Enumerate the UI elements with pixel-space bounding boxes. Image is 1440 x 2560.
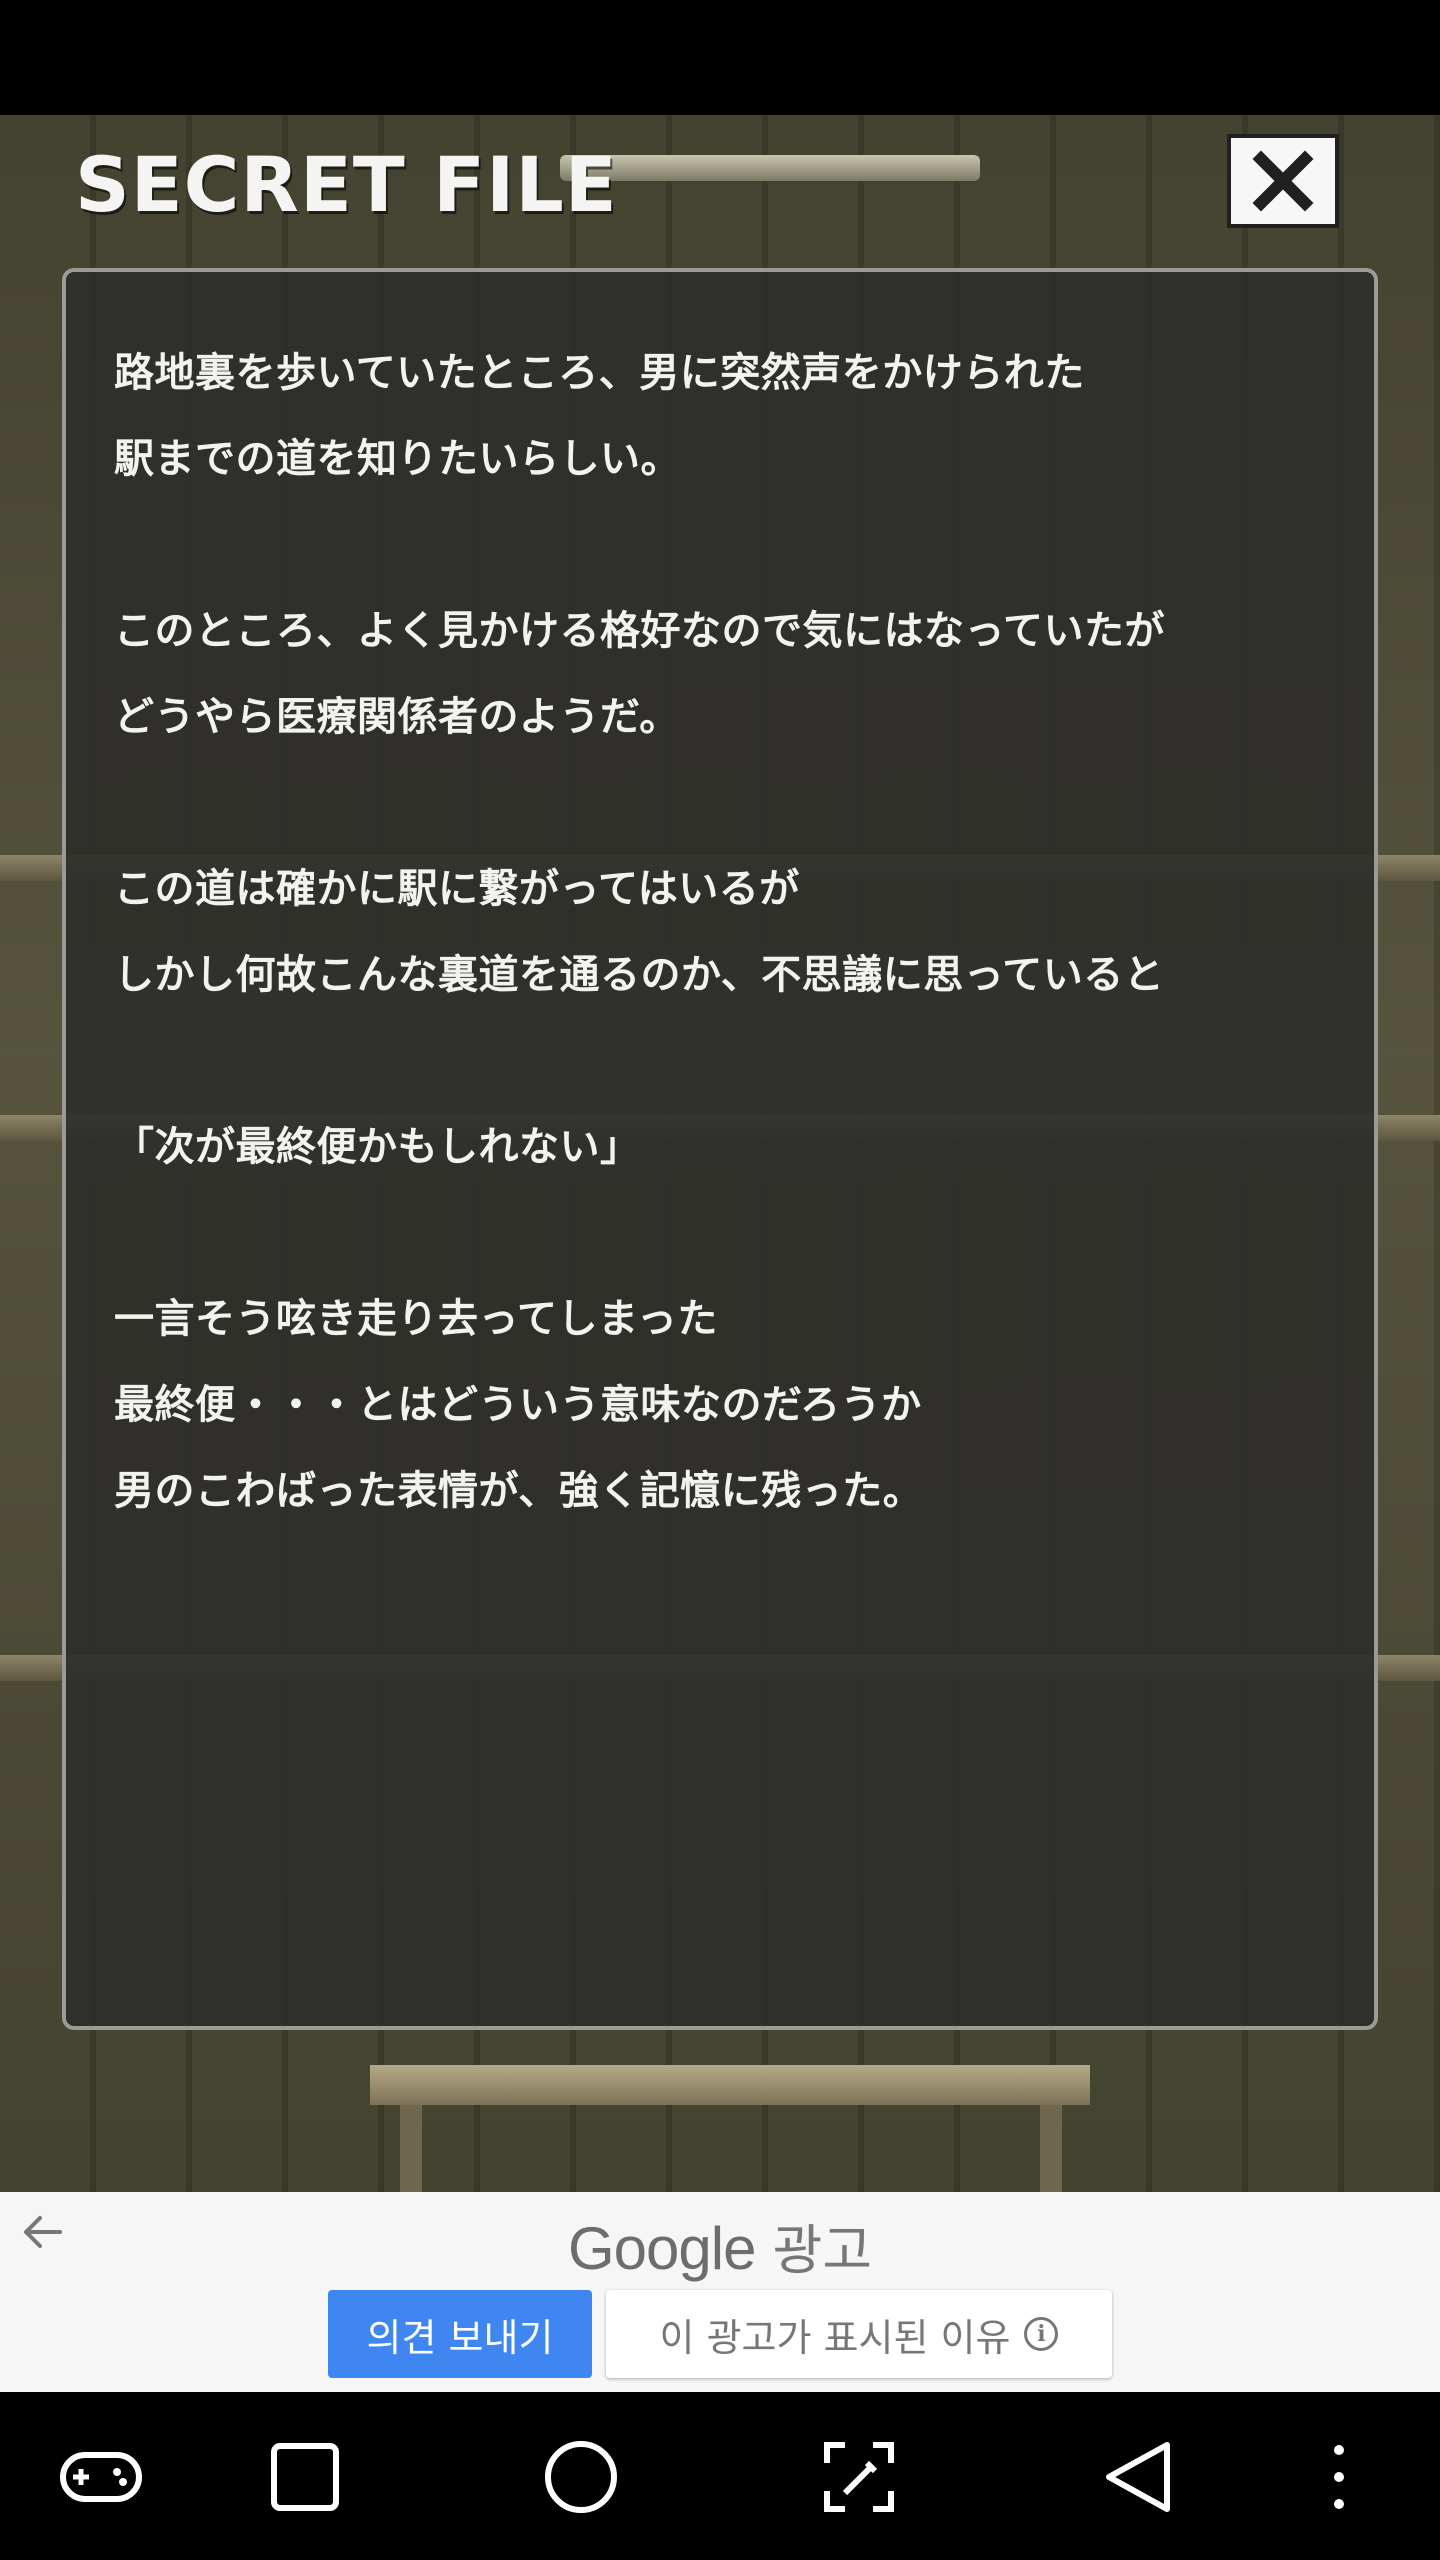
story-line: 男のこわばった表情が、強く記憶に残った。 <box>114 1468 924 1514</box>
story-line: 駅までの道を知りたいらしい。 <box>114 436 681 482</box>
home-button[interactable] <box>536 2432 626 2522</box>
recents-button[interactable] <box>260 2432 350 2522</box>
recents-icon <box>271 2443 339 2511</box>
back-icon <box>1106 2442 1170 2512</box>
screenshot-icon <box>824 2442 894 2512</box>
ad-bar: Google 광고 의견 보내기 이 광고가 표시된 이유 i <box>0 2192 1440 2392</box>
story-line: このところ、よく見かける格好なので気にはなっていたが <box>114 608 1165 654</box>
secret-file-panel: 路地裏を歩いていたところ、男に突然声をかけられた 駅までの道を知りたいらしい。 … <box>62 268 1378 2030</box>
close-button[interactable] <box>1227 134 1339 228</box>
story-line: この道は確かに駅に繋がってはいるが <box>114 866 800 912</box>
ad-brand: Google 광고 <box>0 2206 1440 2285</box>
ceiling-lamp <box>560 155 980 181</box>
story-line: 路地裏を歩いていたところ、男に突然声をかけられた <box>114 350 1085 396</box>
story-line: 最終便・・・とはどういう意味なのだろうか <box>114 1382 922 1428</box>
game-tools-button[interactable] <box>56 2432 146 2522</box>
more-icon <box>1334 2445 1344 2509</box>
status-bar <box>0 0 1440 115</box>
system-nav-bar <box>0 2392 1440 2560</box>
gamepad-icon <box>60 2452 142 2502</box>
home-icon <box>545 2441 617 2513</box>
ad-feedback-label: 의견 보내기 <box>366 2315 554 2360</box>
story-line: しかし何故こんな裏道を通るのか、不思議に思っていると <box>114 952 1165 998</box>
story-line: どうやら医療関係者のようだ。 <box>114 694 680 740</box>
screenshot-button[interactable] <box>814 2432 904 2522</box>
story-line <box>114 502 1334 588</box>
story-line <box>114 1190 1334 1276</box>
ad-why-label: 이 광고가 표시된 이유 <box>659 2315 1011 2360</box>
story-line <box>114 760 1334 846</box>
ad-label: 광고 <box>772 2219 873 2282</box>
story-text: 路地裏を歩いていたところ、男に突然声をかけられた 駅までの道を知りたいらしい。 … <box>114 330 1334 1534</box>
ad-feedback-button[interactable]: 의견 보내기 <box>328 2290 592 2378</box>
more-button[interactable] <box>1294 2432 1384 2522</box>
info-icon: i <box>1024 2317 1059 2351</box>
background-table <box>370 2065 1090 2105</box>
close-icon <box>1252 150 1314 212</box>
ad-why-button[interactable]: 이 광고가 표시된 이유 i <box>606 2290 1112 2378</box>
table-leg <box>400 2105 422 2192</box>
story-line: 一言そう呟き走り去ってしまった <box>114 1296 718 1342</box>
page-title: SECRET FILE <box>75 140 618 229</box>
table-leg <box>1040 2105 1062 2192</box>
back-button[interactable] <box>1094 2432 1184 2522</box>
story-line: 「次が最終便かもしれない」 <box>114 1124 641 1170</box>
story-line <box>114 1018 1334 1104</box>
google-logo: Google <box>567 2215 756 2282</box>
